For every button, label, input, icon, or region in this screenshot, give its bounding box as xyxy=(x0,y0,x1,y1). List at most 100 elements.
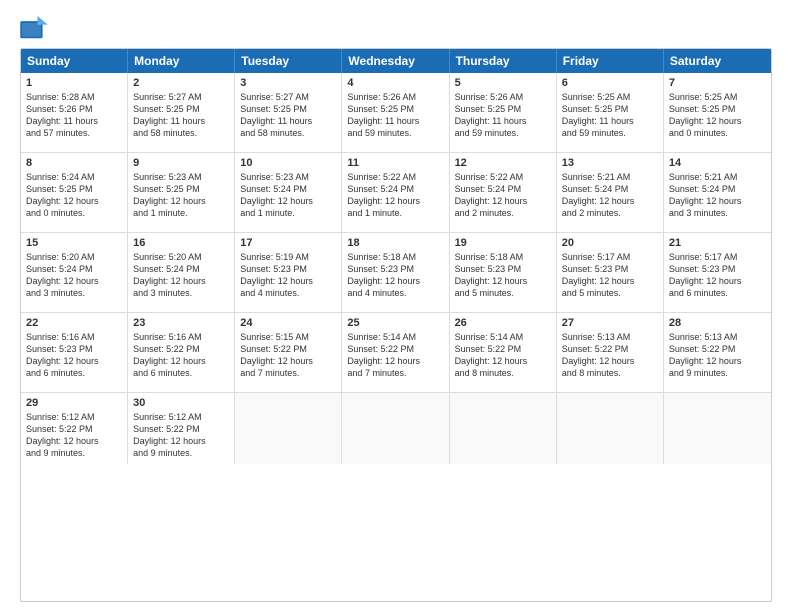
day-number: 26 xyxy=(455,317,551,329)
day-number: 25 xyxy=(347,317,443,329)
header-day-saturday: Saturday xyxy=(664,49,771,73)
day-number: 1 xyxy=(26,77,122,89)
calendar-week-2: 8 Sunrise: 5:24 AM Sunset: 5:25 PM Daylig… xyxy=(21,153,771,233)
calendar-week-4: 22 Sunrise: 5:16 AM Sunset: 5:23 PM Dayli… xyxy=(21,313,771,393)
day-info: Sunrise: 5:27 AM Sunset: 5:25 PM Dayligh… xyxy=(240,91,336,140)
day-info: Sunrise: 5:19 AM Sunset: 5:23 PM Dayligh… xyxy=(240,251,336,300)
day-number: 23 xyxy=(133,317,229,329)
day-number: 6 xyxy=(562,77,658,89)
day-number: 4 xyxy=(347,77,443,89)
day-number: 20 xyxy=(562,237,658,249)
calendar-header: SundayMondayTuesdayWednesdayThursdayFrid… xyxy=(21,49,771,73)
day-number: 9 xyxy=(133,157,229,169)
day-info: Sunrise: 5:17 AM Sunset: 5:23 PM Dayligh… xyxy=(562,251,658,300)
logo xyxy=(20,16,52,40)
header-day-friday: Friday xyxy=(557,49,664,73)
day-cell-6: 6Sunrise: 5:25 AM Sunset: 5:25 PM Daylig… xyxy=(557,73,664,152)
day-cell-1: 1 Sunrise: 5:28 AM Sunset: 5:26 PM Daylig… xyxy=(21,73,128,152)
day-cell-15: 15 Sunrise: 5:20 AM Sunset: 5:24 PM Dayli… xyxy=(21,233,128,312)
day-cell-5: 5 Sunrise: 5:26 AM Sunset: 5:25 PM Daylig… xyxy=(450,73,557,152)
day-info: Sunrise: 5:15 AM Sunset: 5:22 PM Dayligh… xyxy=(240,331,336,380)
day-cell-18: 18Sunrise: 5:18 AM Sunset: 5:23 PM Dayli… xyxy=(342,233,449,312)
day-number: 10 xyxy=(240,157,336,169)
header-day-sunday: Sunday xyxy=(21,49,128,73)
day-info: Sunrise: 5:22 AM Sunset: 5:24 PM Dayligh… xyxy=(455,171,551,220)
day-cell-19: 19 Sunrise: 5:18 AM Sunset: 5:23 PM Dayli… xyxy=(450,233,557,312)
day-cell-28: 28Sunrise: 5:13 AM Sunset: 5:22 PM Dayli… xyxy=(664,313,771,392)
header xyxy=(20,16,772,40)
day-number: 5 xyxy=(455,77,551,89)
day-number: 7 xyxy=(669,77,766,89)
day-number: 16 xyxy=(133,237,229,249)
day-info: Sunrise: 5:26 AM Sunset: 5:25 PM Dayligh… xyxy=(455,91,551,140)
day-number: 13 xyxy=(562,157,658,169)
day-cell-8: 8 Sunrise: 5:24 AM Sunset: 5:25 PM Daylig… xyxy=(21,153,128,232)
day-info: Sunrise: 5:12 AM Sunset: 5:22 PM Dayligh… xyxy=(26,411,122,460)
day-info: Sunrise: 5:21 AM Sunset: 5:24 PM Dayligh… xyxy=(562,171,658,220)
day-cell-22: 22 Sunrise: 5:16 AM Sunset: 5:23 PM Dayli… xyxy=(21,313,128,392)
day-cell-29: 29 Sunrise: 5:12 AM Sunset: 5:22 PM Dayli… xyxy=(21,393,128,464)
day-info: Sunrise: 5:22 AM Sunset: 5:24 PM Dayligh… xyxy=(347,171,443,220)
day-number: 15 xyxy=(26,237,122,249)
page: SundayMondayTuesdayWednesdayThursdayFrid… xyxy=(0,0,792,612)
day-cell-21: 21 Sunrise: 5:17 AM Sunset: 5:23 PM Dayli… xyxy=(664,233,771,312)
empty-cell xyxy=(342,393,449,464)
day-number: 3 xyxy=(240,77,336,89)
empty-cell xyxy=(235,393,342,464)
day-cell-14: 14 Sunrise: 5:21 AM Sunset: 5:24 PM Dayli… xyxy=(664,153,771,232)
day-info: Sunrise: 5:14 AM Sunset: 5:22 PM Dayligh… xyxy=(455,331,551,380)
day-info: Sunrise: 5:26 AM Sunset: 5:25 PM Dayligh… xyxy=(347,91,443,140)
empty-cell xyxy=(450,393,557,464)
header-day-thursday: Thursday xyxy=(450,49,557,73)
day-number: 2 xyxy=(133,77,229,89)
day-cell-17: 17 Sunrise: 5:19 AM Sunset: 5:23 PM Dayli… xyxy=(235,233,342,312)
day-number: 21 xyxy=(669,237,766,249)
day-number: 29 xyxy=(26,397,122,409)
day-cell-23: 23Sunrise: 5:16 AM Sunset: 5:22 PM Dayli… xyxy=(128,313,235,392)
day-info: Sunrise: 5:18 AM Sunset: 5:23 PM Dayligh… xyxy=(455,251,551,300)
day-cell-3: 3 Sunrise: 5:27 AM Sunset: 5:25 PM Daylig… xyxy=(235,73,342,152)
day-cell-24: 24 Sunrise: 5:15 AM Sunset: 5:22 PM Dayli… xyxy=(235,313,342,392)
day-info: Sunrise: 5:17 AM Sunset: 5:23 PM Dayligh… xyxy=(669,251,766,300)
day-info: Sunrise: 5:27 AM Sunset: 5:25 PM Dayligh… xyxy=(133,91,229,140)
day-number: 19 xyxy=(455,237,551,249)
day-cell-12: 12 Sunrise: 5:22 AM Sunset: 5:24 PM Dayli… xyxy=(450,153,557,232)
day-info: Sunrise: 5:24 AM Sunset: 5:25 PM Dayligh… xyxy=(26,171,122,220)
day-info: Sunrise: 5:28 AM Sunset: 5:26 PM Dayligh… xyxy=(26,91,122,140)
day-cell-20: 20 Sunrise: 5:17 AM Sunset: 5:23 PM Dayli… xyxy=(557,233,664,312)
day-number: 22 xyxy=(26,317,122,329)
header-day-wednesday: Wednesday xyxy=(342,49,449,73)
day-info: Sunrise: 5:20 AM Sunset: 5:24 PM Dayligh… xyxy=(133,251,229,300)
day-info: Sunrise: 5:14 AM Sunset: 5:22 PM Dayligh… xyxy=(347,331,443,380)
header-day-monday: Monday xyxy=(128,49,235,73)
day-number: 12 xyxy=(455,157,551,169)
logo-icon xyxy=(20,16,48,40)
day-cell-4: 4 Sunrise: 5:26 AM Sunset: 5:25 PM Daylig… xyxy=(342,73,449,152)
day-number: 24 xyxy=(240,317,336,329)
empty-cell xyxy=(664,393,771,464)
day-number: 17 xyxy=(240,237,336,249)
day-info: Sunrise: 5:23 AM Sunset: 5:24 PM Dayligh… xyxy=(240,171,336,220)
empty-cell xyxy=(557,393,664,464)
day-number: 30 xyxy=(133,397,229,409)
day-cell-13: 13 Sunrise: 5:21 AM Sunset: 5:24 PM Dayli… xyxy=(557,153,664,232)
day-number: 8 xyxy=(26,157,122,169)
day-cell-11: 11 Sunrise: 5:22 AM Sunset: 5:24 PM Dayli… xyxy=(342,153,449,232)
day-cell-30: 30Sunrise: 5:12 AM Sunset: 5:22 PM Dayli… xyxy=(128,393,235,464)
day-number: 11 xyxy=(347,157,443,169)
day-number: 27 xyxy=(562,317,658,329)
day-info: Sunrise: 5:23 AM Sunset: 5:25 PM Dayligh… xyxy=(133,171,229,220)
day-number: 14 xyxy=(669,157,766,169)
day-info: Sunrise: 5:20 AM Sunset: 5:24 PM Dayligh… xyxy=(26,251,122,300)
day-info: Sunrise: 5:13 AM Sunset: 5:22 PM Dayligh… xyxy=(562,331,658,380)
day-cell-27: 27 Sunrise: 5:13 AM Sunset: 5:22 PM Dayli… xyxy=(557,313,664,392)
calendar: SundayMondayTuesdayWednesdayThursdayFrid… xyxy=(20,48,772,602)
calendar-week-1: 1 Sunrise: 5:28 AM Sunset: 5:26 PM Daylig… xyxy=(21,73,771,153)
day-info: Sunrise: 5:21 AM Sunset: 5:24 PM Dayligh… xyxy=(669,171,766,220)
day-info: Sunrise: 5:18 AM Sunset: 5:23 PM Dayligh… xyxy=(347,251,443,300)
day-info: Sunrise: 5:16 AM Sunset: 5:23 PM Dayligh… xyxy=(26,331,122,380)
day-cell-2: 2 Sunrise: 5:27 AM Sunset: 5:25 PM Daylig… xyxy=(128,73,235,152)
day-cell-10: 10 Sunrise: 5:23 AM Sunset: 5:24 PM Dayli… xyxy=(235,153,342,232)
day-cell-9: 9 Sunrise: 5:23 AM Sunset: 5:25 PM Daylig… xyxy=(128,153,235,232)
day-number: 28 xyxy=(669,317,766,329)
